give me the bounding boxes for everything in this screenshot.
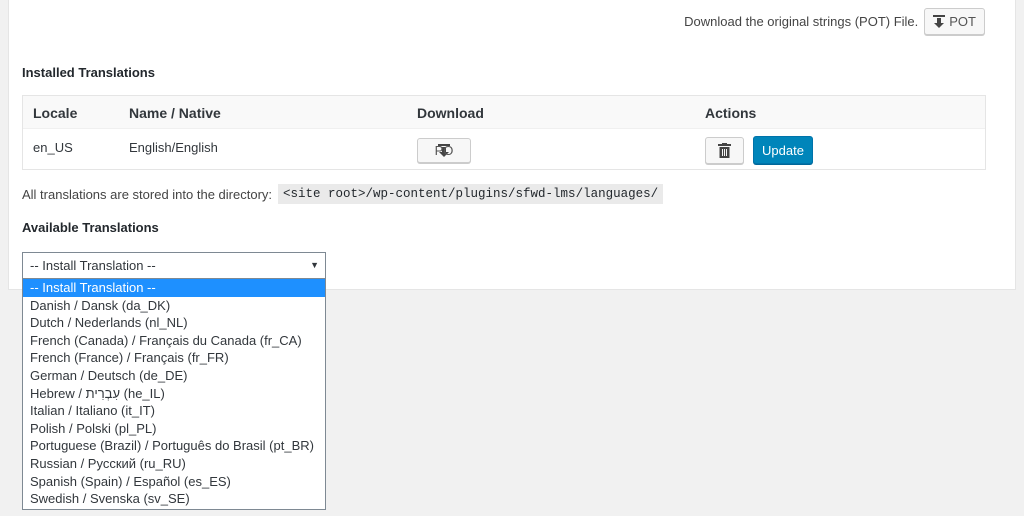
row-name: English/English [129, 140, 218, 155]
pot-download-row: Download the original strings (POT) File… [684, 8, 985, 35]
dropdown-option[interactable]: Dutch / Nederlands (nl_NL) [23, 314, 325, 332]
dropdown-option[interactable]: Swedish / Svenska (sv_SE) [23, 490, 325, 508]
pot-download-button[interactable]: POT [924, 8, 985, 35]
directory-path: <site root>/wp-content/plugins/sfwd-lms/… [278, 184, 664, 204]
po-download-button[interactable]: PO [417, 138, 471, 163]
dropdown-option[interactable]: Italian / Italiano (it_IT) [23, 402, 325, 420]
chevron-down-icon: ▼ [310, 260, 319, 270]
dropdown-option[interactable]: Danish / Dansk (da_DK) [23, 297, 325, 315]
dropdown-option[interactable]: French (France) / Français (fr_FR) [23, 349, 325, 367]
dropdown-option[interactable]: Portuguese (Brazil) / Português do Brasi… [23, 437, 325, 455]
header-name: Name / Native [129, 105, 221, 121]
po-button-label: PO [434, 143, 454, 158]
pot-button-label: POT [949, 14, 976, 29]
directory-text: All translations are stored into the dir… [22, 186, 273, 202]
install-translation-select[interactable]: -- Install Translation -- ▼ [22, 252, 326, 279]
update-button[interactable]: Update [753, 136, 813, 164]
header-locale: Locale [33, 105, 78, 121]
dropdown-option[interactable]: Hebrew / עִבְרִית (he_IL) [23, 385, 325, 403]
dropdown-option[interactable]: Spanish (Spain) / Español (es_ES) [23, 473, 325, 491]
row-locale: en_US [33, 140, 73, 155]
installed-translations-table: Locale Name / Native Download Actions en… [22, 95, 986, 170]
delete-translation-button[interactable] [705, 137, 744, 164]
dropdown-option[interactable]: German / Deutsch (de_DE) [23, 367, 325, 385]
pot-download-text: Download the original strings (POT) File… [684, 14, 919, 29]
trash-icon [718, 143, 731, 158]
header-download: Download [417, 105, 484, 121]
select-value: -- Install Translation -- [30, 258, 156, 273]
dropdown-option[interactable]: -- Install Translation -- [23, 279, 325, 297]
dropdown-option[interactable]: Russian / Русский (ru_RU) [23, 455, 325, 473]
directory-info: All translations are stored into the dir… [22, 184, 664, 204]
installed-translations-title: Installed Translations [22, 65, 155, 80]
dropdown-option[interactable]: Polish / Polski (pl_PL) [23, 420, 325, 438]
table-row: en_US English/English PO Update [23, 129, 985, 171]
translation-dropdown-list: -- Install Translation -- Danish / Dansk… [22, 278, 326, 510]
available-translations-title: Available Translations [22, 220, 159, 235]
translations-panel: Download the original strings (POT) File… [8, 0, 1016, 290]
table-header: Locale Name / Native Download Actions [23, 96, 985, 129]
dropdown-option[interactable]: French (Canada) / Français du Canada (fr… [23, 332, 325, 350]
download-icon [933, 14, 946, 28]
header-actions: Actions [705, 105, 757, 121]
